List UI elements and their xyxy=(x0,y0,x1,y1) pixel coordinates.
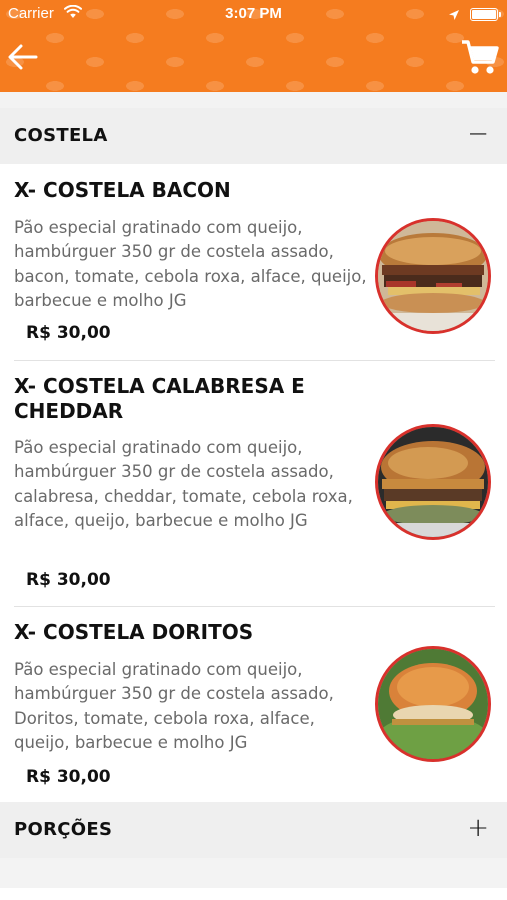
app-header: Carrier 3:07 PM xyxy=(0,0,507,92)
battery-icon xyxy=(470,8,501,21)
shopping-cart-icon xyxy=(462,40,499,74)
product-photo xyxy=(375,218,491,334)
section-title: COSTELA xyxy=(14,125,108,146)
item-divider xyxy=(14,606,495,607)
section-items-costela: X- COSTELA BACON Pão especial gratinado … xyxy=(0,164,507,802)
status-bar: Carrier 3:07 PM xyxy=(0,0,507,28)
product-photo xyxy=(375,646,491,762)
product-item[interactable]: X- COSTELA DORITOS Pão especial gratinad… xyxy=(0,620,507,800)
location-arrow-icon xyxy=(448,7,460,25)
cart-button[interactable] xyxy=(460,38,500,76)
product-price: R$ 30,00 xyxy=(26,323,111,343)
product-price: R$ 30,00 xyxy=(26,767,111,787)
section-header-costela[interactable]: COSTELA − xyxy=(0,108,507,164)
expand-icon[interactable]: + xyxy=(467,814,489,842)
product-item[interactable]: X- COSTELA BACON Pão especial gratinado … xyxy=(0,178,507,358)
product-description: Pão especial gratinado com queijo, hambú… xyxy=(14,218,367,310)
arrow-left-icon xyxy=(8,44,38,70)
back-button[interactable] xyxy=(6,40,40,74)
collapse-icon[interactable]: − xyxy=(467,120,489,148)
product-item[interactable]: X- COSTELA CALABRESA E CHEDDAR Pão espec… xyxy=(0,374,507,604)
product-name: X- COSTELA BACON xyxy=(14,178,231,202)
section-title: PORÇÕES xyxy=(14,819,113,840)
product-photo xyxy=(375,424,491,540)
status-clock: 3:07 PM xyxy=(225,5,282,22)
product-description: Pão especial gratinado com queijo, hambú… xyxy=(14,660,334,752)
section-header-porcoes[interactable]: PORÇÕES + xyxy=(0,802,507,858)
product-name: X- COSTELA CALABRESA E CHEDDAR xyxy=(14,374,305,423)
item-divider xyxy=(14,360,495,361)
product-price: R$ 30,00 xyxy=(26,570,111,590)
product-name: X- COSTELA DORITOS xyxy=(14,620,254,644)
product-description: Pão especial gratinado com queijo, hambú… xyxy=(14,438,353,530)
next-section-card xyxy=(0,888,507,900)
